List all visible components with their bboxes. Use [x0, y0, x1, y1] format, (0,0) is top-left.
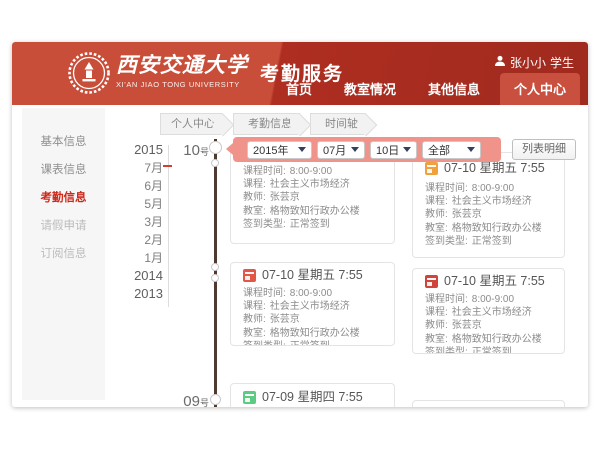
nav-personal-center[interactable]: 个人中心: [500, 73, 580, 105]
scale-year-2015[interactable]: 2015: [116, 141, 163, 159]
card-date-title: 07-10 星期五 7:55: [444, 160, 545, 176]
timeline-axis: [214, 139, 217, 407]
sidebar-item-basic-info[interactable]: 基本信息: [22, 128, 105, 156]
selected-month-marker: [163, 165, 172, 167]
timeline-node: [209, 141, 222, 154]
sidebar-item-course-schedule[interactable]: 课表信息: [22, 156, 105, 184]
attendance-card: 课程时间:8:00-9:00 课程:社会主义市场经济 教师:张芸京 教室:格物致…: [230, 150, 395, 244]
university-logo-icon: [67, 51, 111, 95]
sidebar-item-leave-request[interactable]: 请假申请: [22, 212, 105, 240]
calendar-icon: [243, 269, 256, 282]
user-name: 张小小: [510, 54, 546, 71]
breadcrumb-attendance-info[interactable]: 考勤信息: [233, 113, 300, 135]
breadcrumb-timeline[interactable]: 时间轴: [310, 113, 366, 135]
scale-year-2013[interactable]: 2013: [116, 285, 163, 303]
chevron-down-icon: [403, 147, 411, 152]
card-date-title: 07-10 星期五 7:55: [444, 273, 545, 289]
university-name-en: XI'AN JIAO TONG UNIVERSITY: [116, 80, 248, 89]
month-select[interactable]: 07月: [317, 141, 365, 159]
page-background: 西安交通大学 XI'AN JIAO TONG UNIVERSITY 考勤服务 张…: [0, 0, 600, 450]
day-select[interactable]: 10日: [370, 141, 417, 159]
breadcrumb-personal-center[interactable]: 个人中心: [160, 113, 223, 135]
card-date-title: 07-09 星期四 7:55: [262, 389, 363, 405]
timeline-node: [211, 159, 219, 167]
attendance-card: 07-10 星期五 7:55 课程时间:8:00-9:00 课程:社会主义市场经…: [412, 268, 565, 354]
calendar-icon: [425, 162, 438, 175]
chevron-down-icon: [298, 147, 306, 152]
scale-month-jul[interactable]: 7月: [116, 159, 163, 177]
app-header: 西安交通大学 XI'AN JIAO TONG UNIVERSITY 考勤服务 张…: [12, 42, 588, 105]
calendar-icon: [425, 275, 438, 288]
attendance-card: [412, 400, 565, 407]
timeline-node: [211, 274, 219, 282]
year-select[interactable]: 2015年: [247, 141, 312, 159]
main-nav: 首页 教室情况 其他信息 个人中心: [266, 73, 580, 105]
type-select[interactable]: 全部: [422, 141, 481, 159]
scale-month-jan[interactable]: 1月: [116, 249, 163, 267]
attendance-card: 07-10 星期五 7:55 课程时间:8:00-9:00 课程:社会主义市场经…: [412, 152, 565, 258]
nav-home[interactable]: 首页: [274, 73, 324, 105]
day-label-09: 09号: [175, 393, 209, 407]
sidebar-item-attendance-info[interactable]: 考勤信息: [22, 184, 105, 212]
app-window: 西安交通大学 XI'AN JIAO TONG UNIVERSITY 考勤服务 张…: [12, 42, 588, 407]
attendance-card: 07-10 星期五 7:55 课程时间:8:00-9:00 课程:社会主义市场经…: [230, 262, 395, 346]
timeline-node: [210, 394, 221, 405]
attendance-card: 07-09 星期四 7:55: [230, 383, 395, 407]
scale-month-mar[interactable]: 3月: [116, 213, 163, 231]
university-name-cn: 西安交通大学: [116, 53, 248, 77]
day-label-10: 10号: [175, 142, 209, 160]
scale-month-may[interactable]: 5月: [116, 195, 163, 213]
timeline-scale: 2015 7月 6月 5月 3月 2月 1月 2014 2013: [116, 141, 163, 303]
scale-divider-line: [168, 145, 169, 307]
calendar-icon: [243, 391, 256, 404]
nav-other-info[interactable]: 其他信息: [416, 73, 492, 105]
user-info[interactable]: 张小小 学生: [494, 54, 574, 71]
timeline-node: [211, 263, 219, 271]
nav-classroom-status[interactable]: 教室情况: [332, 73, 408, 105]
user-role: 学生: [550, 54, 574, 71]
scale-year-2014[interactable]: 2014: [116, 267, 163, 285]
scale-month-jun[interactable]: 6月: [116, 177, 163, 195]
date-filter-bar: 2015年 07月 10日 全部: [233, 137, 501, 162]
chevron-down-icon: [467, 147, 475, 152]
chevron-down-icon: [351, 147, 359, 152]
list-detail-button[interactable]: 列表明细: [512, 139, 576, 160]
user-icon: [494, 55, 506, 70]
scale-month-feb[interactable]: 2月: [116, 231, 163, 249]
university-name-block: 西安交通大学 XI'AN JIAO TONG UNIVERSITY: [116, 53, 248, 89]
breadcrumb: 个人中心 考勤信息 时间轴: [160, 113, 376, 135]
card-date-title: 07-10 星期五 7:55: [262, 267, 363, 283]
sidebar: 基本信息 课表信息 考勤信息 请假申请 订阅信息: [22, 108, 105, 400]
sidebar-item-subscription[interactable]: 订阅信息: [22, 240, 105, 268]
